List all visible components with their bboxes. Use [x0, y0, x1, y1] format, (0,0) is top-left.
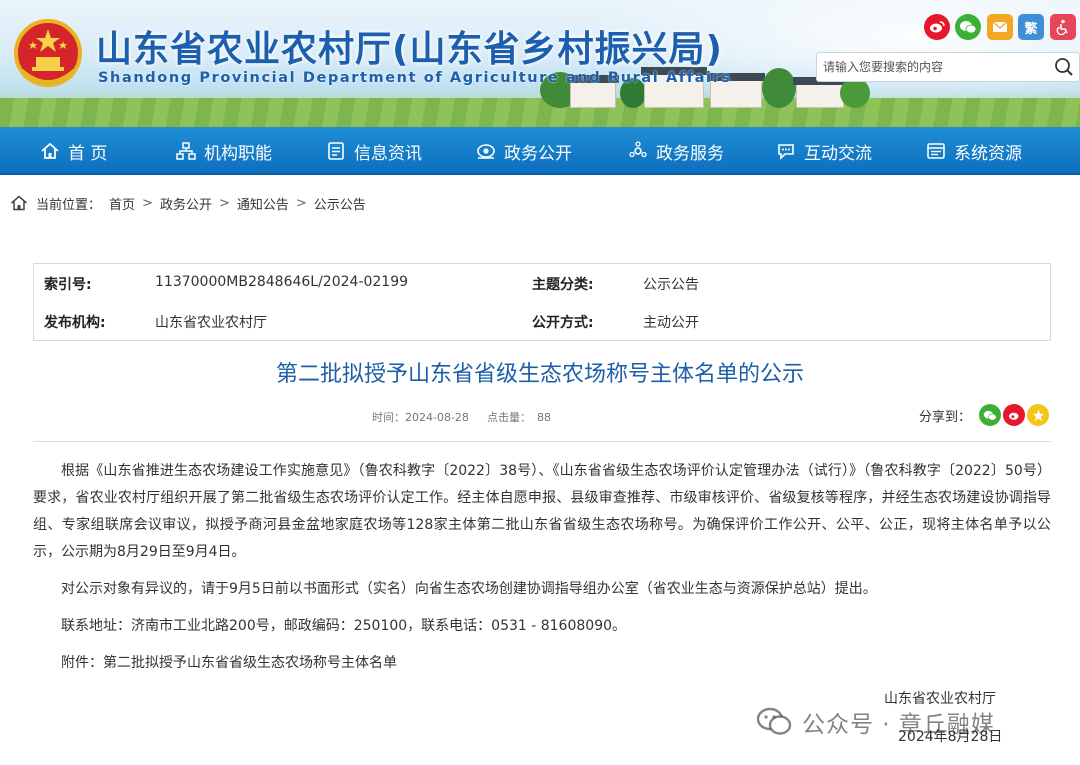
article-paragraph: 对公示对象有异议的，请于9月5日前以书面形式（实名）向省生态农场创建协调指导组办…: [61, 581, 877, 597]
clicks-label: 点击量：: [487, 411, 531, 424]
disclosure-method-label: 公开方式:: [532, 315, 594, 331]
nav-item-label: 互动交流: [804, 143, 872, 164]
nav-item-label: 系统资源: [954, 143, 1022, 164]
article-body: 根据《山东省推进生态农场建设工作实施意见》（鲁农科教字〔2022〕38号）、《山…: [33, 458, 1051, 687]
nav-item-label: 政务公开: [504, 143, 572, 164]
nav-item-label: 政务服务: [656, 143, 724, 164]
nav-item-news[interactable]: 信息资讯: [326, 127, 422, 175]
wechat-icon[interactable]: [955, 14, 981, 40]
search-box: [816, 52, 1080, 82]
mail-icon[interactable]: [987, 14, 1013, 40]
weibo-icon[interactable]: [924, 14, 950, 40]
traditional-chinese-button[interactable]: 繁: [1018, 14, 1044, 40]
chat-icon: [778, 144, 794, 160]
article-clicks: 点击量： 88: [487, 409, 551, 425]
national-emblem-icon: [14, 19, 82, 87]
resource-icon: [927, 143, 945, 159]
signature-date: 2024年8月28日: [898, 729, 1003, 745]
nav-item-org[interactable]: 机构职能: [176, 127, 272, 175]
breadcrumb-prefix: 当前位置：: [36, 197, 102, 213]
breadcrumb-separator: >: [218, 195, 230, 211]
document-meta-table: 索引号: 11370000MB2848646L/2024-02199 主题分类:…: [33, 263, 1051, 341]
home-icon: [11, 195, 27, 211]
breadcrumb: 当前位置： 首页 > 政务公开 > 通知公告 > 公示公告: [10, 193, 366, 213]
time-label: 时间：: [372, 411, 405, 424]
category-value: 公示公告: [643, 277, 699, 293]
disclosure-method-value: 主动公开: [643, 315, 699, 331]
article-title: 第二批拟授予山东省省级生态农场称号主体名单的公示: [275, 362, 804, 387]
publisher-value: 山东省农业农村厅: [155, 315, 267, 331]
site-title-en: Shandong Provincial Department of Agricu…: [98, 70, 732, 86]
breadcrumb-link-home[interactable]: 首页: [109, 194, 135, 213]
article-paragraph: 根据《山东省推进生态农场建设工作实施意见》（鲁农科教字〔2022〕38号）、《山…: [33, 463, 1051, 560]
site-title-cn: 山东省农业农村厅(山东省乡村振兴局): [96, 29, 723, 70]
share-qzone-icon[interactable]: [1027, 404, 1049, 426]
breadcrumb-link-notices[interactable]: 通知公告: [237, 194, 289, 213]
nav-item-label: 首 页: [68, 143, 108, 164]
main-nav: 首 页 机构职能 信息资讯 政务公开 政务服务 互动交流 系统资源: [0, 127, 1080, 175]
nav-item-label: 机构职能: [204, 143, 272, 164]
breadcrumb-link-announcements[interactable]: 公示公告: [314, 194, 366, 213]
eye-icon: [477, 144, 495, 159]
wechat-icon: [756, 707, 792, 735]
index-number-label: 索引号:: [44, 277, 92, 293]
nav-item-disclosure[interactable]: 政务公开: [476, 127, 572, 175]
nav-item-label: 信息资讯: [354, 143, 422, 164]
article-attachment[interactable]: 附件：第二批拟授予山东省省级生态农场称号主体名单: [33, 650, 1051, 677]
search-input[interactable]: [817, 53, 1047, 81]
breadcrumb-link-disclosure[interactable]: 政务公开: [160, 194, 212, 213]
nav-item-resources[interactable]: 系统资源: [926, 127, 1022, 175]
content-divider: [33, 441, 1051, 442]
document-icon: [328, 142, 344, 160]
share-wechat-icon[interactable]: [979, 404, 1001, 426]
nav-item-service[interactable]: 政务服务: [628, 127, 724, 175]
service-icon: [629, 141, 647, 158]
share-label: 分享到：: [919, 410, 972, 425]
publisher-label: 发布机构:: [44, 315, 106, 331]
home-icon: [41, 142, 59, 159]
org-chart-icon: [176, 142, 196, 160]
accessibility-icon[interactable]: [1050, 14, 1076, 40]
article-paragraph: 联系地址：济南市工业北路200号，邮政编码：250100，联系电话：0531 -…: [61, 618, 627, 634]
time-value: 2024-08-28: [405, 411, 469, 424]
nav-item-home[interactable]: 首 页: [40, 127, 107, 175]
share-weibo-icon[interactable]: [1003, 404, 1025, 426]
breadcrumb-separator: >: [142, 195, 153, 211]
nav-item-interaction[interactable]: 互动交流: [776, 127, 872, 175]
category-label: 主题分类:: [532, 277, 594, 293]
index-number-value: 11370000MB2848646L/2024-02199: [155, 274, 409, 290]
article-time: 时间：2024-08-28: [372, 409, 469, 425]
search-icon[interactable]: [1053, 56, 1075, 78]
clicks-value: 88: [537, 411, 551, 424]
breadcrumb-separator: >: [295, 195, 307, 211]
